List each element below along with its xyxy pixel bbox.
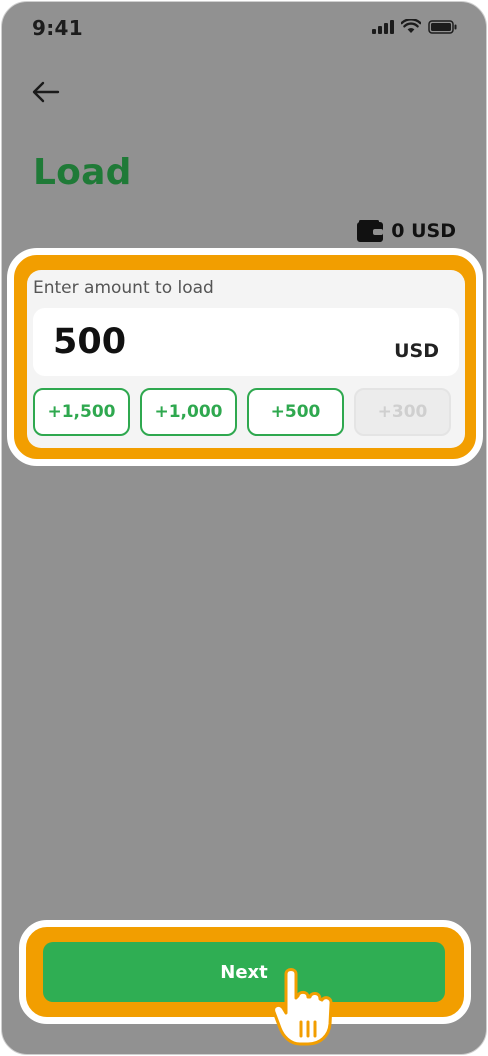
quick-amount-1500-button[interactable]: +1,500 [33,388,130,436]
back-button[interactable] [28,74,64,110]
page-title: Load [33,152,132,193]
wifi-icon [401,19,421,33]
wallet-icon [357,220,384,242]
quick-amount-chips: +1,500 +1,000 +500 +300 [33,388,451,436]
signal-icon [372,19,394,34]
status-time: 9:41 [32,16,83,40]
arrow-left-icon [32,81,60,103]
amount-card: Enter amount to load 500 USD +1,500 +1,0… [27,270,465,448]
hand-pointer-icon [272,968,333,1046]
balance-amount: 0 USD [391,220,456,242]
status-icons [372,19,458,34]
quick-amount-500-button[interactable]: +500 [247,388,344,436]
status-bar: 9:41 [2,2,486,54]
amount-currency: USD [394,340,439,362]
quick-amount-1000-button[interactable]: +1,000 [140,388,237,436]
amount-value: 500 [53,322,127,362]
phone-screen: 9:41 Load 0 USD Enter amount to load 500… [1,1,487,1055]
amount-label: Enter amount to load [33,278,214,298]
wallet-balance: 0 USD [357,220,456,242]
quick-amount-300-button[interactable]: +300 [354,388,451,436]
amount-input[interactable]: 500 USD [33,308,459,376]
next-button[interactable]: Next [43,942,445,1002]
battery-icon [428,19,457,34]
